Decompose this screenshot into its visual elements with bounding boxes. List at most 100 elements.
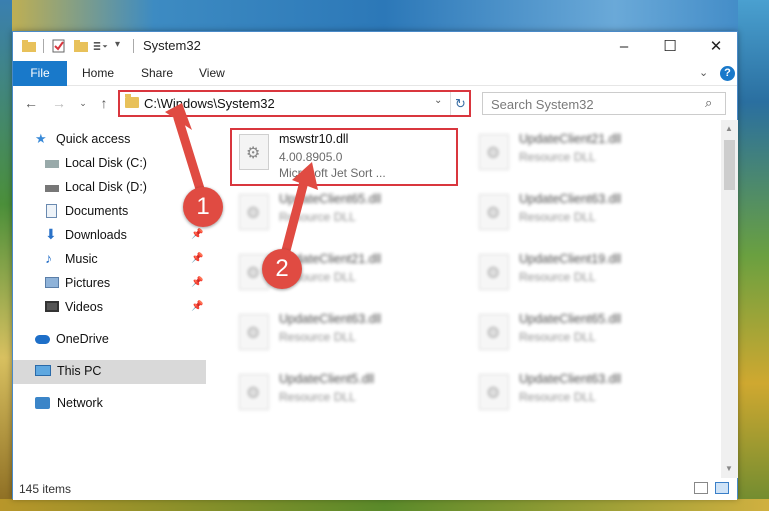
sidebar-item-label: Music [65,252,98,266]
file-type: Resource DLL [519,270,596,284]
sidebar-item-downloads[interactable]: ⬇ Downloads 📌 [13,224,206,248]
back-arrow-icon[interactable]: ← [23,95,39,111]
documents-icon [46,204,57,218]
desktop-background-right [738,0,769,511]
details-view-icon[interactable] [694,482,708,494]
sidebar-item-label: Downloads [65,228,127,242]
file-name: UpdateClient65.dll [279,192,382,206]
sidebar-item-label: OneDrive [56,332,109,346]
address-bar-row: ← → ⌄ ↑ C:\Windows\System32 ⌄ ↻ Search S… [13,87,737,119]
drive-icon [45,185,59,192]
annotation-badge-1: 1 [183,187,223,227]
file-item[interactable]: UpdateClient65.dll Resource DLL [231,188,451,246]
desktop-background-bottom [0,499,769,511]
cloud-icon [35,335,50,344]
maximize-button[interactable]: ☐ [647,32,693,61]
help-icon[interactable]: ? [720,66,735,81]
sidebar-item-label: Quick access [56,132,131,146]
file-item[interactable]: UpdateClient5.dll Resource DLL [231,368,451,426]
sidebar-item-label: Documents [65,204,129,218]
download-icon: ⬇ [45,226,57,242]
sidebar-item-music[interactable]: ♪ Music 📌 [13,248,206,272]
sidebar-item-local-disk-c[interactable]: Local Disk (C:) [13,152,206,176]
refresh-icon[interactable]: ↻ [450,92,470,115]
file-item[interactable]: UpdateClient21.dll Resource DLL [471,128,691,186]
search-input[interactable]: Search System32 ⌕ [482,92,726,115]
network-icon [35,397,50,409]
dll-file-icon [479,314,509,350]
file-explorer-window: ▾ System32 – ☐ ✕ File Home Share View ⌄ … [12,31,738,500]
pin-icon[interactable]: 📌 [191,229,203,240]
window-title: System32 [143,38,201,53]
sidebar-item-videos[interactable]: Videos 📌 [13,296,206,320]
folder-icon [125,94,139,108]
tab-file[interactable]: File [13,61,67,86]
computer-icon [35,365,51,376]
file-item[interactable]: UpdateClient63.dll Resource DLL [471,188,691,246]
forward-arrow-icon[interactable]: → [51,95,67,111]
expand-ribbon-icon[interactable]: ⌄ [699,66,708,79]
music-icon: ♪ [45,250,52,266]
navigation-pane: ★ Quick access Local Disk (C:) Local Dis… [13,122,206,478]
chevron-down-icon[interactable]: ▾ [115,39,120,50]
file-item[interactable]: UpdateClient19.dll Resource DLL [471,248,691,306]
sidebar-item-documents[interactable]: Documents 📌 [13,200,206,224]
new-folder-icon[interactable] [73,38,89,54]
sidebar-item-quick-access[interactable]: ★ Quick access [13,128,206,152]
file-type: Resource DLL [279,330,356,344]
sidebar-item-onedrive[interactable]: OneDrive [13,328,206,352]
ribbon-tabs: File Home Share View ⌄ ? [13,61,737,86]
recent-locations-chevron-icon[interactable]: ⌄ [75,98,91,109]
videos-icon [45,301,59,312]
file-item[interactable]: UpdateClient63.dll Resource DLL [231,308,451,366]
file-item[interactable]: UpdateClient63.dll Resource DLL [471,368,691,426]
scrollbar-thumb[interactable] [724,140,735,190]
address-path: C:\Windows\System32 [144,96,275,111]
scroll-down-icon[interactable]: ▼ [725,464,733,473]
dll-file-icon [239,194,269,230]
title-bar: ▾ System32 – ☐ ✕ [13,32,737,61]
pin-icon[interactable]: 📌 [191,253,203,264]
pin-icon[interactable]: 📌 [191,301,203,312]
dll-file-icon [239,314,269,350]
dll-file-icon [479,194,509,230]
large-icons-view-icon[interactable] [715,482,729,494]
file-type: Resource DLL [519,330,596,344]
address-field[interactable]: C:\Windows\System32 ⌄ ↻ [118,90,471,117]
toolbar-divider [43,39,44,53]
desktop-background-top [0,0,769,31]
dll-file-icon [479,134,509,170]
sidebar-item-local-disk-d[interactable]: Local Disk (D:) [13,176,206,200]
sidebar-item-label: Local Disk (C:) [65,156,147,170]
sidebar-item-network[interactable]: Network [13,392,206,416]
vertical-scrollbar[interactable]: ▲ ▼ [721,120,738,478]
file-name: UpdateClient21.dll [519,132,622,146]
tab-home[interactable]: Home [82,61,114,86]
tab-view[interactable]: View [199,61,225,86]
address-dropdown-icon[interactable]: ⌄ [434,95,442,106]
customize-toolbar-icon[interactable] [93,38,109,54]
scroll-up-icon[interactable]: ▲ [725,124,733,133]
desktop-background-left [0,0,12,511]
properties-icon[interactable] [51,38,67,54]
sidebar-item-label: Pictures [65,276,111,290]
pin-icon[interactable]: 📌 [191,277,203,288]
minimize-button[interactable]: – [601,32,647,61]
file-type: Resource DLL [519,150,596,164]
search-icon: ⌕ [705,95,713,110]
tab-share[interactable]: Share [141,61,173,86]
file-highlight-box [230,128,458,186]
file-type: Resource DLL [279,390,356,404]
status-bar: 145 items [13,478,737,500]
annotation-badge-2: 2 [262,249,302,289]
file-name: UpdateClient63.dll [279,312,382,326]
sidebar-item-label: This PC [57,364,102,378]
file-list: mswstr10.dll 4.00.8905.0 Microsoft Jet S… [213,122,721,478]
up-arrow-icon[interactable]: ↑ [96,95,112,111]
sidebar-item-this-pc[interactable]: This PC [13,360,206,384]
drive-icon [45,160,59,168]
close-button[interactable]: ✕ [693,32,739,61]
sidebar-item-label: Videos [65,300,103,314]
file-item[interactable]: UpdateClient65.dll Resource DLL [471,308,691,366]
sidebar-item-pictures[interactable]: Pictures 📌 [13,272,206,296]
